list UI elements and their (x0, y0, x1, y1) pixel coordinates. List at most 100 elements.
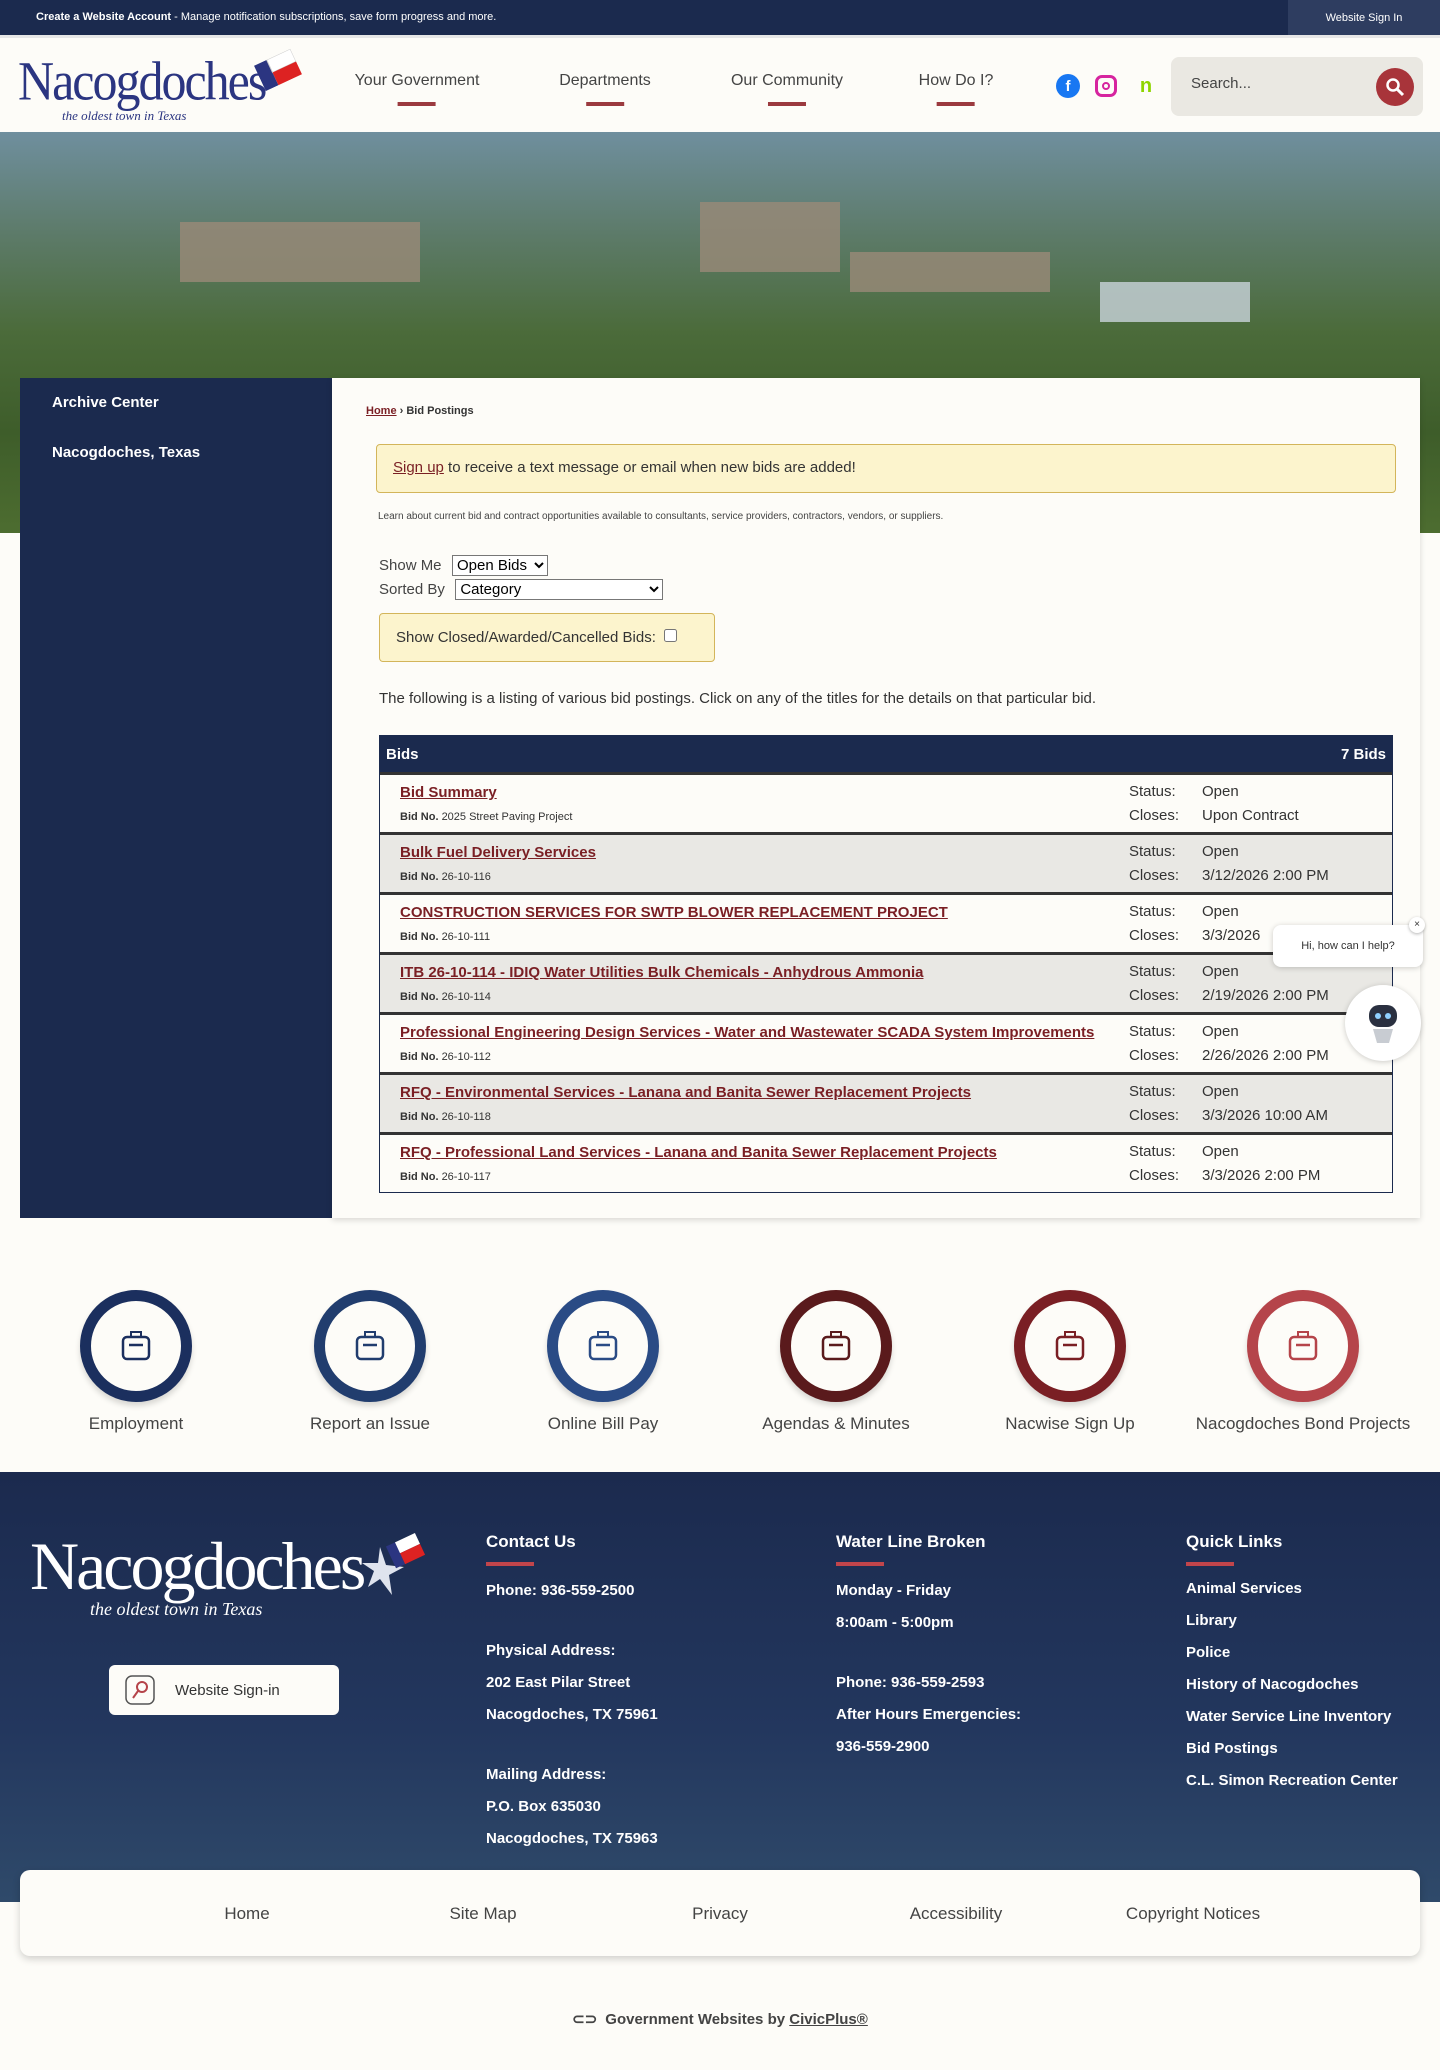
quick-link-employment[interactable]: Employment (26, 1290, 246, 1434)
create-account-desc: - Manage notification subscriptions, sav… (171, 11, 497, 23)
bid-title-link[interactable]: Professional Engineering Design Services… (400, 1024, 1094, 1041)
bid-title-link[interactable]: ITB 26-10-114 - IDIQ Water Utilities Bul… (400, 964, 923, 981)
bid-closes: 3/3/2026 10:00 AM (1202, 1107, 1328, 1124)
mailing-address-line2: Nacogdoches, TX 75963 (486, 1830, 658, 1847)
website-sign-in-button[interactable]: Website Sign In (1288, 0, 1440, 35)
quick-link-label: Employment (88, 1414, 184, 1433)
status-label: Status: (1129, 903, 1176, 920)
bill-icon (588, 1331, 618, 1361)
search-input[interactable] (1191, 75, 1361, 92)
breadcrumb-home[interactable]: Home (366, 405, 397, 417)
show-closed-checkbox[interactable] (664, 629, 678, 642)
contact-phone[interactable]: Phone: 936-559-2500 (486, 1582, 658, 1600)
bid-closes: 3/12/2026 2:00 PM (1202, 867, 1329, 884)
facebook-icon[interactable]: f (1056, 74, 1080, 98)
show-me-label: Show Me (379, 557, 442, 574)
after-hours-phone[interactable]: 936-559-2900 (836, 1738, 1021, 1756)
footer-quick-links: Quick Links Animal Services Library Police… (1186, 1532, 1398, 1790)
footer-quick-link[interactable]: Animal Services (1186, 1580, 1398, 1598)
closes-label: Closes: (1129, 807, 1180, 824)
civicplus-credit: ⊂⊃ Government Websites by CivicPlus® (0, 2010, 1440, 2028)
briefcase-icon (121, 1331, 151, 1361)
sidebar-item-nacogdoches-texas[interactable]: Nacogdoches, Texas (52, 444, 200, 461)
nav-departments[interactable]: Departments (559, 72, 651, 106)
bid-number: Bid No. 26-10-118 (400, 1111, 491, 1123)
breadcrumb: Home › Bid Postings (366, 405, 474, 417)
bid-title-link[interactable]: CONSTRUCTION SERVICES FOR SWTP BLOWER RE… (400, 904, 948, 921)
footer-sign-in-label: Website Sign-in (175, 1681, 280, 1699)
chat-prompt[interactable]: Hi, how can I help? (1273, 925, 1423, 967)
footer-logo-tagline: the oldest town in Texas (90, 1599, 263, 1619)
footer-link-privacy[interactable]: Privacy (692, 1904, 748, 1924)
bid-title-link[interactable]: RFQ - Environmental Services - Lanana an… (400, 1084, 971, 1101)
footer: Nacogdoches the oldest town in Texas Web… (0, 1472, 1440, 1902)
bid-status: Open (1202, 1023, 1239, 1040)
intro-text: Learn about current bid and contract opp… (378, 511, 944, 522)
bid-title-link[interactable]: RFQ - Professional Land Services - Lanan… (400, 1144, 997, 1161)
bid-row: ITB 26-10-114 - IDIQ Water Utilities Bul… (380, 952, 1392, 1012)
footer-quick-link[interactable]: Bid Postings (1186, 1740, 1398, 1758)
bid-title-link[interactable]: Bid Summary (400, 784, 497, 801)
nav-our-community[interactable]: Our Community (731, 72, 843, 106)
footer-link-accessibility[interactable]: Accessibility (910, 1904, 1003, 1924)
quick-link-label: Nacogdoches Bond Projects (1195, 1414, 1411, 1433)
bid-number: Bid No. 26-10-116 (400, 871, 491, 883)
water-phone[interactable]: Phone: 936-559-2593 (836, 1674, 1021, 1692)
closes-label: Closes: (1129, 1167, 1180, 1184)
search-button[interactable] (1376, 68, 1414, 106)
bid-closes: 2/26/2026 2:00 PM (1202, 1047, 1329, 1064)
footer-quick-link[interactable]: C.L. Simon Recreation Center (1186, 1772, 1398, 1790)
footer-quick-link[interactable]: Water Service Line Inventory (1186, 1708, 1398, 1726)
create-account-link[interactable]: Create a Website Account (36, 11, 171, 23)
quick-link-nacwise-sign-up[interactable]: Nacwise Sign Up (960, 1290, 1180, 1434)
sidebar-item-archive-center[interactable]: Archive Center (52, 394, 159, 411)
signup-alert: Sign up to receive a text message or ema… (376, 444, 1396, 493)
quick-link-report-an-issue[interactable]: Report an Issue (260, 1290, 480, 1434)
show-me-filter: Show Me Open Bids (379, 555, 548, 576)
show-me-select[interactable]: Open Bids (451, 555, 548, 576)
civicplus-link[interactable]: CivicPlus® (789, 2011, 868, 2028)
bid-row: RFQ - Environmental Services - Lanana an… (380, 1072, 1392, 1132)
status-label: Status: (1129, 783, 1176, 800)
footer-website-sign-in-button[interactable]: Website Sign-in (109, 1665, 339, 1715)
instagram-icon[interactable] (1095, 75, 1117, 97)
nav-your-government[interactable]: Your Government (355, 72, 480, 106)
civic-text: Government Websites by (605, 2011, 790, 2028)
quick-link-online-bill-pay[interactable]: Online Bill Pay (493, 1290, 713, 1434)
chat-close-button[interactable]: × (1409, 917, 1425, 933)
quick-link-circle (547, 1290, 659, 1402)
sign-up-link[interactable]: Sign up (393, 459, 444, 476)
footer-contact: Contact Us Phone: 936-559-2500 Physical … (486, 1532, 658, 1848)
nextdoor-icon[interactable]: n (1134, 74, 1158, 98)
chatbot-button[interactable] (1345, 985, 1421, 1061)
footer-quick-link[interactable]: Police (1186, 1644, 1398, 1662)
nav-how-do-i[interactable]: How Do I? (919, 72, 994, 106)
quick-link-circle (1014, 1290, 1126, 1402)
quick-link-circle (780, 1290, 892, 1402)
footer-logo[interactable]: Nacogdoches the oldest town in Texas (30, 1527, 426, 1637)
search-icon (1386, 78, 1405, 97)
status-label: Status: (1129, 1023, 1176, 1040)
bid-title-link[interactable]: Bulk Fuel Delivery Services (400, 844, 596, 861)
bids-count: 7 Bids (1340, 745, 1386, 763)
sorted-by-select[interactable]: Category (455, 579, 664, 600)
create-account-message[interactable]: Create a Website Account - Manage notifi… (36, 11, 496, 23)
footer-water-line: Water Line Broken Monday - Friday 8:00am… (836, 1532, 1021, 1756)
site-logo[interactable]: Nacogdoches the oldest town in Texas (18, 48, 303, 124)
quick-link-agendas-minutes[interactable]: Agendas & Minutes (726, 1290, 946, 1434)
bid-row: Bulk Fuel Delivery Services Bid No. 26-1… (380, 832, 1392, 892)
logo-name: Nacogdoches (18, 50, 267, 112)
footer-link-site-map[interactable]: Site Map (449, 1904, 516, 1924)
main-content: Home › Bid Postings Sign up to receive a… (332, 378, 1420, 1218)
footer-link-home[interactable]: Home (224, 1904, 269, 1924)
quick-link-label: Agendas & Minutes (762, 1414, 910, 1433)
quick-link-nacogdoches-bond-projects[interactable]: Nacogdoches Bond Projects (1193, 1290, 1413, 1434)
bid-number: Bid No. 26-10-112 (400, 1051, 491, 1063)
footer-quick-link[interactable]: Library (1186, 1612, 1398, 1630)
quick-link-circle (314, 1290, 426, 1402)
status-label: Status: (1129, 1143, 1176, 1160)
status-label: Status: (1129, 843, 1176, 860)
footer-link-copyright[interactable]: Copyright Notices (1126, 1904, 1260, 1924)
footer-quick-link[interactable]: History of Nacogdoches (1186, 1676, 1398, 1694)
closes-label: Closes: (1129, 1107, 1180, 1124)
